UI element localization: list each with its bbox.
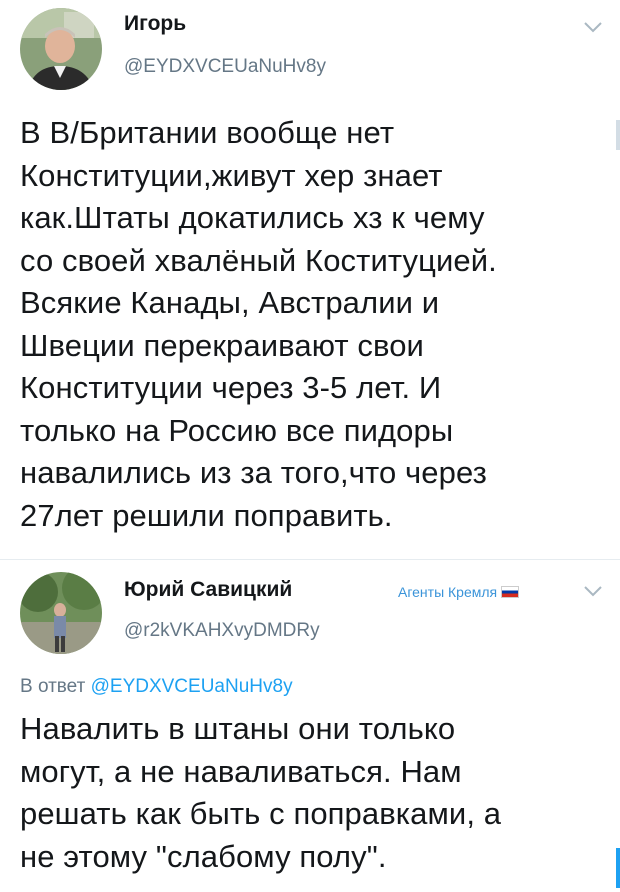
- label-badge: Агенты Кремля: [398, 584, 520, 600]
- author-handle[interactable]: @EYDXVCEUaNuHv8y: [124, 56, 326, 78]
- author-avatar[interactable]: [20, 8, 102, 90]
- reply-handle-link[interactable]: @EYDXVCEUaNuHv8y: [91, 676, 293, 697]
- tweet-igor[interactable]: Игорь @EYDXVCEUaNuHv8y В В/Британии вооб…: [0, 0, 620, 560]
- chevron-down-icon[interactable]: [582, 20, 604, 34]
- chevron-down-icon[interactable]: [582, 584, 604, 598]
- tweet-yuri[interactable]: Юрий Савицкий @r2kVKAHXvyDMDRy Агенты Кр…: [0, 560, 620, 892]
- author-name[interactable]: Игорь: [124, 12, 186, 36]
- user-avatar-photo: [20, 572, 102, 654]
- russia-flag-icon: [501, 586, 520, 598]
- reply-prefix: В ответ: [20, 676, 86, 697]
- badge-text: Агенты Кремля: [398, 584, 498, 600]
- user-avatar-photo: [20, 8, 102, 90]
- scrollbar-thumb-active[interactable]: [616, 848, 620, 888]
- reply-context: В ответ @EYDXVCEUaNuHv8y: [20, 676, 293, 698]
- author-name[interactable]: Юрий Савицкий: [124, 578, 292, 602]
- tweet-text: Навалить в штаны они только могут, а не …: [20, 711, 502, 874]
- author-avatar[interactable]: [20, 572, 102, 654]
- author-handle[interactable]: @r2kVKAHXvyDMDRy: [124, 620, 320, 642]
- tweet-text: В В/Британии вообще нет Конституции,живу…: [20, 115, 497, 533]
